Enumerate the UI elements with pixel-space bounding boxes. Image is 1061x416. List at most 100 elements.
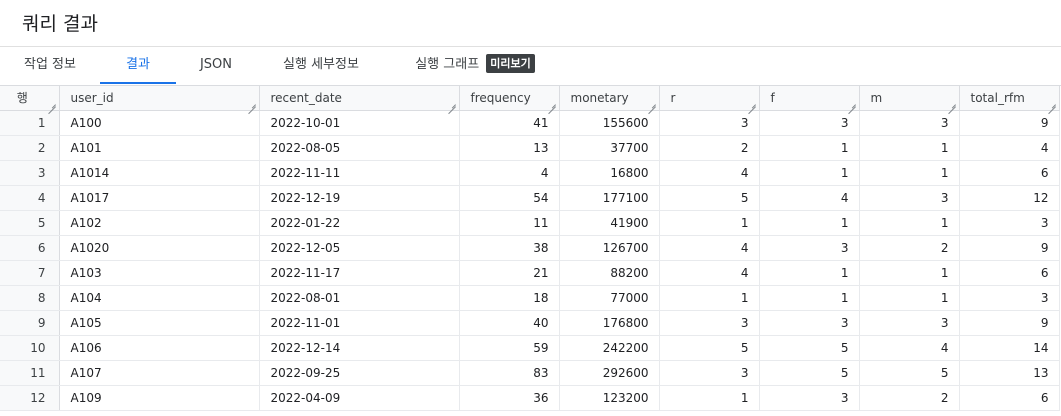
table-row[interactable]: 6 A1020 2022-12-05 38 126700 4 3 2 9 <box>0 235 1060 261</box>
cell-total-rfm[interactable]: 13 <box>959 360 1060 386</box>
column-header-user-id[interactable]: user_id <box>59 86 260 111</box>
cell-monetary[interactable]: 16800 <box>559 160 660 186</box>
table-row[interactable]: 8 A104 2022-08-01 18 77000 1 1 1 3 <box>0 285 1060 311</box>
cell-frequency[interactable]: 36 <box>459 385 560 411</box>
tab-json[interactable]: JSON <box>176 48 256 84</box>
column-header-f[interactable]: f <box>759 86 860 111</box>
column-resize-handle[interactable] <box>948 99 956 107</box>
cell-total-rfm[interactable]: 6 <box>959 260 1060 286</box>
cell-f[interactable]: 3 <box>759 235 860 261</box>
cell-f[interactable]: 1 <box>759 135 860 161</box>
cell-m[interactable]: 1 <box>859 160 960 186</box>
cell-recent-date[interactable]: 2022-08-01 <box>259 285 460 311</box>
cell-r[interactable]: 4 <box>659 235 760 261</box>
cell-monetary[interactable]: 242200 <box>559 335 660 361</box>
column-resize-handle[interactable] <box>448 99 456 107</box>
cell-user-id[interactable]: A103 <box>59 260 260 286</box>
cell-r[interactable]: 4 <box>659 160 760 186</box>
cell-total-rfm[interactable]: 9 <box>959 235 1060 261</box>
cell-f[interactable]: 3 <box>759 385 860 411</box>
cell-frequency[interactable]: 11 <box>459 210 560 236</box>
table-row[interactable]: 9 A105 2022-11-01 40 176800 3 3 3 9 <box>0 310 1060 336</box>
cell-recent-date[interactable]: 2022-04-09 <box>259 385 460 411</box>
column-header-total-rfm[interactable]: total_rfm <box>959 86 1060 111</box>
column-header-r[interactable]: r <box>659 86 760 111</box>
column-header-frequency[interactable]: frequency <box>459 86 560 111</box>
cell-user-id[interactable]: A1017 <box>59 185 260 211</box>
cell-f[interactable]: 5 <box>759 335 860 361</box>
cell-total-rfm[interactable]: 6 <box>959 385 1060 411</box>
cell-frequency[interactable]: 13 <box>459 135 560 161</box>
cell-f[interactable]: 1 <box>759 210 860 236</box>
cell-user-id[interactable]: A105 <box>59 310 260 336</box>
cell-f[interactable]: 5 <box>759 360 860 386</box>
cell-f[interactable]: 3 <box>759 310 860 336</box>
cell-monetary[interactable]: 292600 <box>559 360 660 386</box>
cell-frequency[interactable]: 38 <box>459 235 560 261</box>
cell-m[interactable]: 1 <box>859 135 960 161</box>
cell-user-id[interactable]: A102 <box>59 210 260 236</box>
cell-recent-date[interactable]: 2022-12-05 <box>259 235 460 261</box>
cell-user-id[interactable]: A107 <box>59 360 260 386</box>
cell-r[interactable]: 5 <box>659 335 760 361</box>
cell-user-id[interactable]: A104 <box>59 285 260 311</box>
cell-user-id[interactable]: A101 <box>59 135 260 161</box>
table-row[interactable]: 5 A102 2022-01-22 11 41900 1 1 1 3 <box>0 210 1060 236</box>
cell-user-id[interactable]: A1014 <box>59 160 260 186</box>
cell-m[interactable]: 5 <box>859 360 960 386</box>
cell-r[interactable]: 3 <box>659 110 760 136</box>
cell-total-rfm[interactable]: 9 <box>959 310 1060 336</box>
cell-monetary[interactable]: 41900 <box>559 210 660 236</box>
cell-total-rfm[interactable]: 14 <box>959 335 1060 361</box>
table-row[interactable]: 2 A101 2022-08-05 13 37700 2 1 1 4 <box>0 135 1060 161</box>
cell-m[interactable]: 1 <box>859 260 960 286</box>
cell-frequency[interactable]: 18 <box>459 285 560 311</box>
cell-monetary[interactable]: 88200 <box>559 260 660 286</box>
column-header-monetary[interactable]: monetary <box>559 86 660 111</box>
cell-m[interactable]: 3 <box>859 110 960 136</box>
column-resize-handle[interactable] <box>748 99 756 107</box>
cell-recent-date[interactable]: 2022-10-01 <box>259 110 460 136</box>
cell-m[interactable]: 1 <box>859 285 960 311</box>
cell-monetary[interactable]: 176800 <box>559 310 660 336</box>
cell-r[interactable]: 3 <box>659 360 760 386</box>
cell-user-id[interactable]: A1020 <box>59 235 260 261</box>
cell-f[interactable]: 3 <box>759 110 860 136</box>
cell-user-id[interactable]: A109 <box>59 385 260 411</box>
cell-frequency[interactable]: 83 <box>459 360 560 386</box>
tab-job-info[interactable]: 작업 정보 <box>0 48 100 84</box>
cell-user-id[interactable]: A100 <box>59 110 260 136</box>
cell-r[interactable]: 2 <box>659 135 760 161</box>
cell-total-rfm[interactable]: 9 <box>959 110 1060 136</box>
cell-frequency[interactable]: 54 <box>459 185 560 211</box>
cell-total-rfm[interactable]: 3 <box>959 285 1060 311</box>
cell-frequency[interactable]: 41 <box>459 110 560 136</box>
table-row[interactable]: 4 A1017 2022-12-19 54 177100 5 4 3 12 <box>0 185 1060 211</box>
cell-total-rfm[interactable]: 12 <box>959 185 1060 211</box>
tab-results[interactable]: 결과 <box>100 48 176 84</box>
cell-recent-date[interactable]: 2022-09-25 <box>259 360 460 386</box>
cell-frequency[interactable]: 4 <box>459 160 560 186</box>
column-resize-handle[interactable] <box>848 99 856 107</box>
cell-frequency[interactable]: 21 <box>459 260 560 286</box>
column-resize-handle[interactable] <box>548 99 556 107</box>
column-header-m[interactable]: m <box>859 86 960 111</box>
table-row[interactable]: 1 A100 2022-10-01 41 155600 3 3 3 9 <box>0 110 1060 136</box>
cell-frequency[interactable]: 59 <box>459 335 560 361</box>
cell-monetary[interactable]: 177100 <box>559 185 660 211</box>
cell-m[interactable]: 4 <box>859 335 960 361</box>
cell-m[interactable]: 2 <box>859 235 960 261</box>
cell-monetary[interactable]: 155600 <box>559 110 660 136</box>
cell-r[interactable]: 5 <box>659 185 760 211</box>
cell-recent-date[interactable]: 2022-11-17 <box>259 260 460 286</box>
table-row[interactable]: 10 A106 2022-12-14 59 242200 5 5 4 14 <box>0 335 1060 361</box>
cell-total-rfm[interactable]: 6 <box>959 160 1060 186</box>
cell-m[interactable]: 1 <box>859 210 960 236</box>
cell-f[interactable]: 1 <box>759 260 860 286</box>
cell-recent-date[interactable]: 2022-11-11 <box>259 160 460 186</box>
tab-execution-details[interactable]: 실행 세부정보 <box>256 48 386 84</box>
cell-r[interactable]: 3 <box>659 310 760 336</box>
tab-execution-graph[interactable]: 실행 그래프 미리보기 <box>400 48 550 84</box>
column-resize-handle[interactable] <box>248 99 256 107</box>
column-resize-handle[interactable] <box>48 99 56 107</box>
